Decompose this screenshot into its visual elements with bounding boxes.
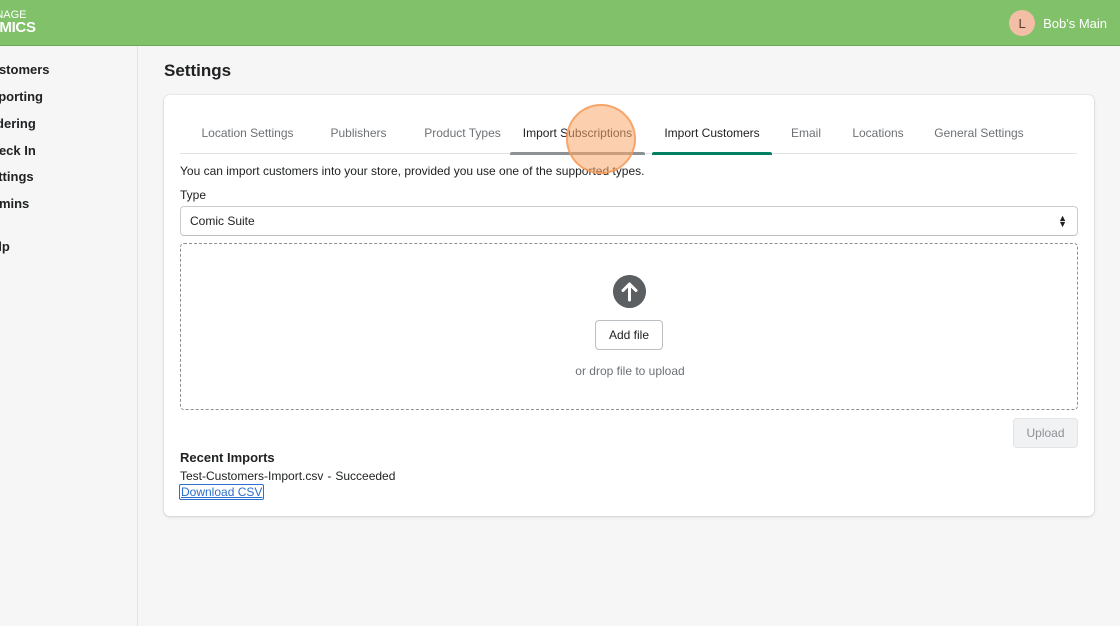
settings-tabs: Location Settings Publishers Product Typ… [180,119,1077,155]
top-bar: ANAGE OMICS L Bob's Main [0,0,1120,46]
tab-email[interactable]: Email [778,119,834,154]
sidebar-item-customers[interactable]: ustomers [0,62,50,77]
tab-import-subscriptions[interactable]: Import Subscriptions [510,119,645,155]
tab-selected-indicator [652,152,772,155]
tab-label: Import Customers [664,126,760,140]
sidebar-item-reporting[interactable]: eporting [0,89,43,104]
tab-label: Publishers [330,126,387,140]
app-logo[interactable]: ANAGE OMICS [0,10,36,36]
drop-hint-text: or drop file to upload [575,364,685,378]
recent-import-item: Test-Customers-Import.csv - Succeeded [180,469,395,483]
sidebar-item-admins[interactable]: dmins [0,196,29,211]
add-file-button[interactable]: Add file [595,320,663,350]
type-select-value: Comic Suite [190,214,255,228]
tab-label: Import Subscriptions [522,126,633,140]
tab-product-types[interactable]: Product Types [402,119,523,154]
file-dropzone[interactable]: Add file or drop file to upload [180,243,1078,410]
user-name[interactable]: Bob's Main [1043,16,1107,31]
import-intro-text: You can import customers into your store… [180,164,645,178]
recent-import-file-name: Test-Customers-Import.csv [180,469,324,483]
tab-label: Product Types [424,126,501,140]
settings-card: Location Settings Publishers Product Typ… [164,95,1094,516]
select-arrows-icon: ▲ ▼ [1058,213,1067,229]
sidebar: ustomers eporting rdering heck In etting… [0,46,138,626]
tab-label: Email [790,126,821,140]
tab-publishers[interactable]: Publishers [315,119,402,154]
user-menu[interactable]: L Bob's Main [1009,10,1107,36]
tab-label: General Settings [934,126,1024,140]
tab-import-customers[interactable]: Import Customers [652,119,772,155]
tab-locations[interactable]: Locations [840,119,916,154]
type-label: Type [180,188,207,202]
sidebar-item-ordering[interactable]: rdering [0,116,36,131]
sidebar-item-help[interactable]: elp [0,239,10,254]
download-csv-link[interactable]: Download CSV [179,484,265,500]
tab-hover-indicator [510,152,645,155]
type-select[interactable]: Comic Suite ▲ ▼ [180,206,1078,236]
logo-line-2: OMICS [0,19,36,36]
arrow-up-circle-icon [613,275,646,308]
tab-label: Locations [852,126,904,140]
page-title: Settings [164,61,232,80]
avatar[interactable]: L [1009,10,1036,36]
sidebar-item-check-in[interactable]: heck In [0,143,36,158]
sidebar-item-settings[interactable]: ettings [0,169,34,184]
recent-imports-title: Recent Imports [180,450,275,465]
tab-location-settings[interactable]: Location Settings [180,119,315,154]
tab-general-settings[interactable]: General Settings [922,119,1036,154]
recent-import-separator: - [327,469,332,483]
tab-label: Location Settings [201,126,294,140]
upload-button[interactable]: Upload [1013,418,1078,448]
recent-import-status: Succeeded [335,469,396,483]
